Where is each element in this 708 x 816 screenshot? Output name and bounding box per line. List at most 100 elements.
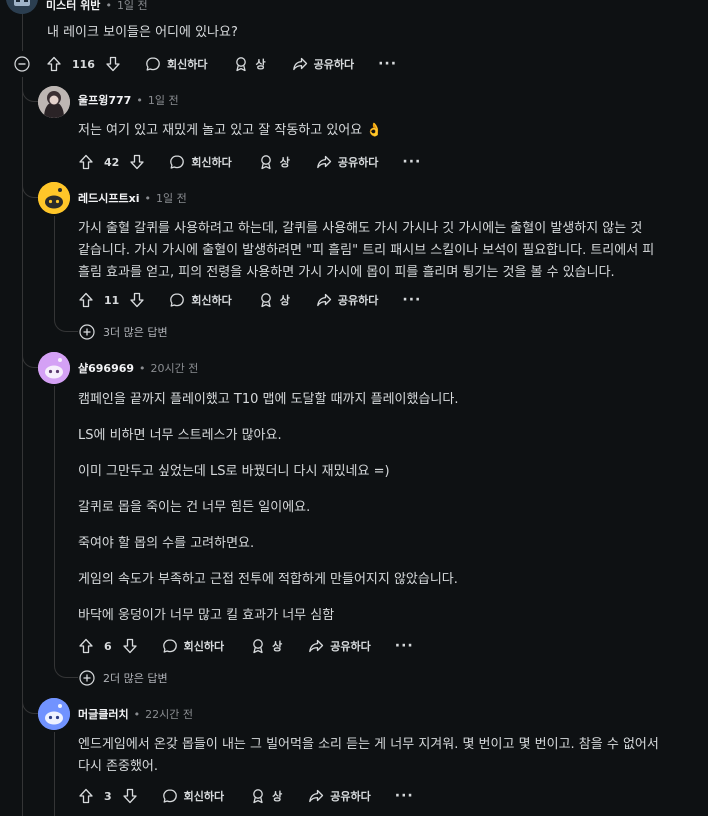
comment-text: 가시 출혈 갈퀴를 사용하려고 하는데, 갈퀴를 사용해도 가시 가시나 깃 가… [78, 221, 643, 236]
share-button[interactable]: 공유하다 [308, 788, 371, 804]
comment-text: 죽여야 할 몹의 수를 고려하면요. [78, 536, 255, 551]
reply-label: 회신하다 [166, 58, 208, 71]
downvote-icon[interactable] [122, 638, 138, 654]
thread-line-child [54, 386, 55, 664]
more-replies-button[interactable]: 3더 많은 답변 [79, 324, 168, 340]
upvote-icon[interactable] [78, 788, 94, 804]
comment-text: 내 레이크 보이들은 어디에 있나요? [47, 25, 238, 40]
comment-author[interactable]: 울프윙777 [78, 92, 131, 108]
upvote-icon[interactable] [78, 292, 94, 308]
snoo-avatar-icon [38, 352, 70, 384]
award-icon [236, 57, 247, 72]
thread-branch [22, 80, 38, 102]
comment-author[interactable]: 머글클러치 [78, 706, 129, 722]
comment-meta: 레드시프트xi • 1일 전 [78, 188, 187, 208]
reply-label: 회신하다 [183, 640, 225, 653]
share-button[interactable]: 공유하다 [316, 292, 378, 308]
comment-author[interactable]: 미스터 위반 [46, 0, 100, 13]
comment-actions: 116 회신하다 상 공유하다 ··· [46, 52, 397, 76]
reply-button[interactable]: 회신하다 [169, 292, 232, 308]
downvote-icon[interactable] [129, 292, 145, 308]
comment-icon [162, 639, 177, 653]
comment-actions: 3 회신하다 상 공유하다 ··· [78, 784, 414, 808]
share-icon [317, 293, 332, 307]
share-label: 공유하다 [330, 640, 371, 653]
avatar[interactable] [38, 86, 70, 118]
vote-count: 42 [104, 155, 120, 169]
share-icon [309, 789, 324, 803]
comment-time[interactable]: 22시간 전 [145, 706, 193, 722]
comment-actions: 11 회신하다 상 공유하다 ··· [78, 288, 421, 312]
avatar-robot-icon [6, 0, 38, 14]
downvote-icon[interactable] [105, 56, 121, 72]
more-options-button[interactable]: ··· [402, 292, 421, 308]
share-label: 공유하다 [330, 790, 371, 803]
downvote-icon[interactable] [129, 154, 145, 170]
comment-time[interactable]: 1일 전 [156, 190, 187, 206]
avatar[interactable] [38, 698, 70, 730]
upvote-icon[interactable] [78, 154, 94, 170]
comment-icon [170, 155, 185, 169]
award-button[interactable]: 상 [250, 638, 282, 654]
avatar[interactable] [6, 0, 38, 14]
thread-branch [22, 170, 38, 198]
upvote-icon[interactable] [78, 638, 94, 654]
award-button[interactable]: 상 [250, 788, 282, 804]
separator-dot: • [133, 707, 141, 721]
share-button[interactable]: 공유하다 [316, 154, 378, 170]
vote-count: 3 [104, 789, 112, 803]
downvote-icon[interactable] [122, 788, 138, 804]
thread-line-child [54, 216, 55, 318]
thread-branch [54, 662, 78, 678]
vote-count: 11 [104, 293, 120, 307]
comment-icon [162, 789, 177, 803]
comment-author[interactable]: 샬696969 [78, 360, 134, 376]
reply-label: 회신하다 [183, 790, 225, 803]
comment-text: 엔드게임에서 온갖 몹들이 내는 그 빌어먹을 소리 듣는 게 너무 지겨워. … [78, 737, 659, 752]
avatar[interactable] [38, 182, 70, 214]
comment-author[interactable]: 레드시프트xi [78, 190, 139, 206]
reply-button[interactable]: 회신하다 [145, 56, 207, 72]
comment-actions: 6 회신하다 상 공유하다 ··· [78, 634, 414, 658]
share-label: 공유하다 [313, 58, 355, 71]
separator-dot: • [105, 0, 112, 12]
reply-button[interactable]: 회신하다 [169, 154, 232, 170]
separator-dot: • [139, 361, 146, 375]
comment-icon [146, 57, 160, 71]
comment-time[interactable]: 1일 전 [117, 0, 148, 13]
avatar[interactable] [38, 352, 70, 384]
separator-dot: • [136, 93, 143, 107]
reply-button[interactable]: 회신하다 [162, 638, 224, 654]
award-button[interactable]: 상 [258, 154, 290, 170]
reply-label: 회신하다 [191, 294, 232, 307]
comment-text: 갈퀴로 몹을 죽이는 건 너무 힘든 일이에요. [78, 500, 311, 515]
comment-time[interactable]: 1일 전 [148, 92, 179, 108]
award-button[interactable]: 상 [233, 56, 266, 72]
collapse-button[interactable] [14, 56, 30, 72]
award-label: 상 [272, 640, 283, 653]
share-icon [292, 57, 307, 71]
comment-body: 엔드게임에서 온갖 몹들이 내는 그 빌어먹을 소리 듣는 게 너무 지겨워. … [78, 734, 659, 778]
award-label: 상 [272, 790, 283, 803]
upvote-icon[interactable] [46, 56, 62, 72]
share-icon [317, 155, 332, 169]
award-icon [260, 293, 271, 308]
more-options-button[interactable]: ··· [378, 56, 397, 72]
comment-text: 이미 그만두고 싶었는데 LS로 바꿨더니 다시 재밌네요 =) [78, 464, 390, 479]
more-replies-button[interactable]: 2더 많은 답변 [79, 670, 168, 686]
reply-button[interactable]: 회신하다 [162, 788, 224, 804]
comment-body: 캠페인을 끝까지 플레이했고 T10 맵에 도달할 때까지 플레이했습니다. L… [78, 389, 458, 627]
share-button[interactable]: 공유하다 [308, 638, 371, 654]
snoo-avatar-icon [38, 698, 70, 730]
more-options-button[interactable]: ··· [402, 154, 421, 170]
thread-branch [54, 316, 78, 332]
comment-text: 다시 존중했어. [78, 759, 159, 774]
share-button[interactable]: 공유하다 [292, 56, 354, 72]
more-options-button[interactable]: ··· [395, 788, 414, 804]
comment-meta: 머글클러치 • 22시간 전 [78, 704, 193, 724]
award-button[interactable]: 상 [258, 292, 290, 308]
more-options-button[interactable]: ··· [395, 638, 414, 654]
more-replies-label: 3더 많은 답변 [103, 326, 168, 339]
reply-label: 회신하다 [191, 156, 232, 169]
comment-time[interactable]: 20시간 전 [151, 360, 199, 376]
